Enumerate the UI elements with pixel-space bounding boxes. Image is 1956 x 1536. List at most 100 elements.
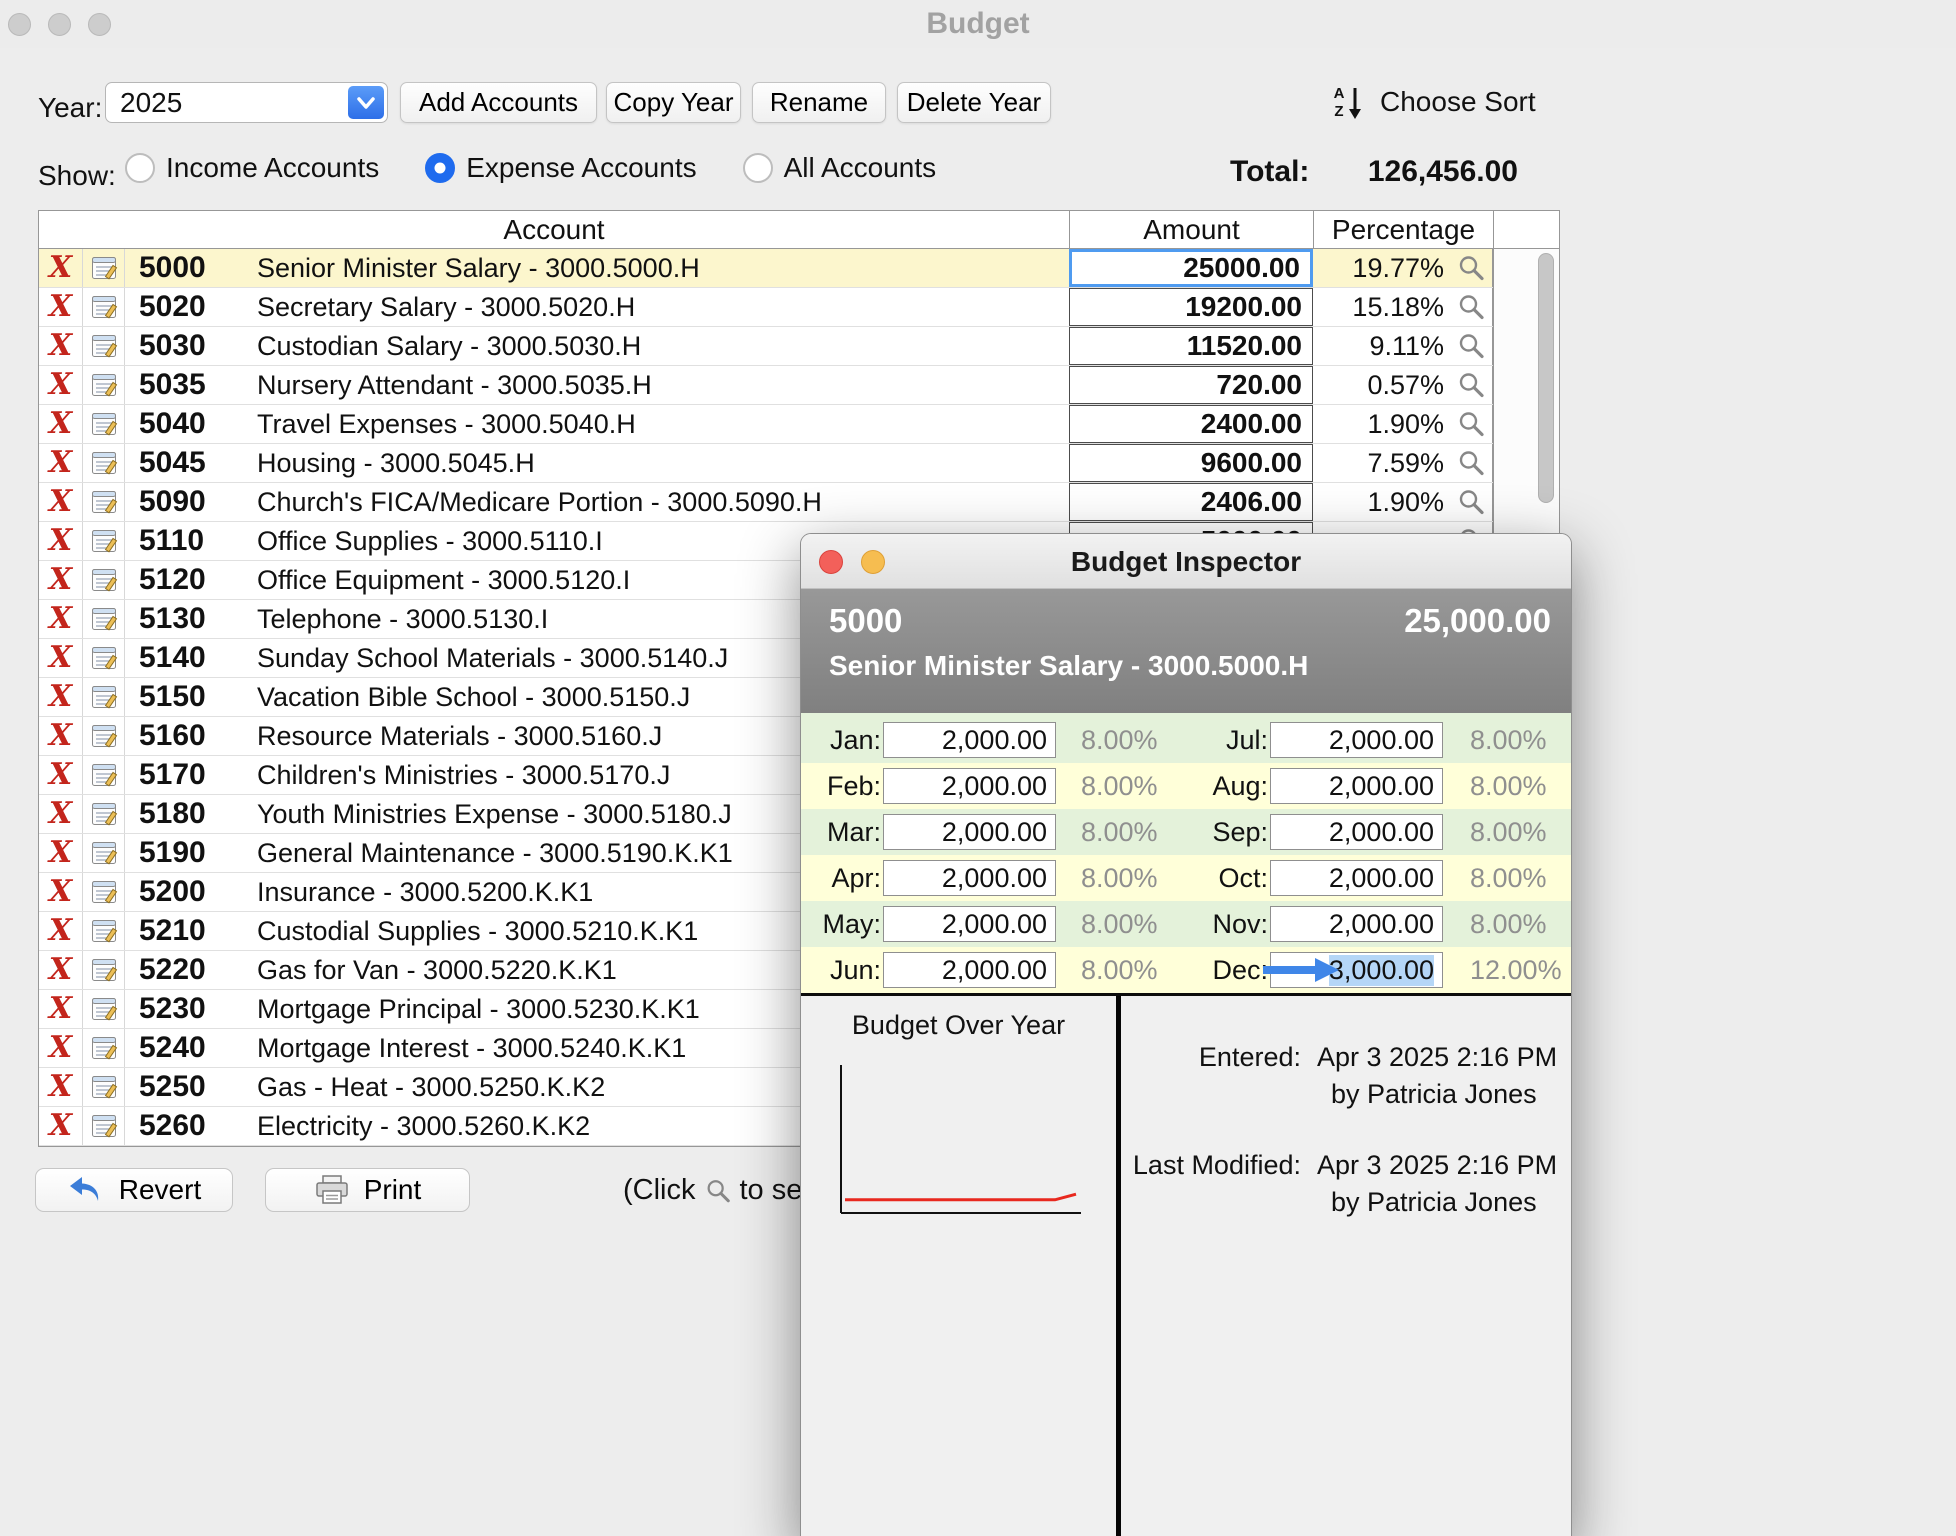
delete-account-button[interactable]: X: [39, 756, 83, 794]
edit-account-button[interactable]: [83, 366, 125, 404]
month-amount-input[interactable]: 2,000.00: [883, 814, 1056, 850]
month-amount-input[interactable]: 2,000.00: [1270, 768, 1443, 804]
inspector-minimize-button[interactable]: [861, 550, 885, 574]
close-button[interactable]: [8, 13, 31, 36]
edit-account-button[interactable]: [83, 912, 125, 950]
edit-account-button[interactable]: [83, 678, 125, 716]
radio-income-accounts[interactable]: Income Accounts: [125, 152, 379, 184]
account-column-header[interactable]: Account: [39, 211, 1069, 248]
delete-year-button[interactable]: Delete Year: [897, 82, 1051, 123]
edit-account-button[interactable]: [83, 561, 125, 599]
magnifier-icon[interactable]: [1456, 253, 1486, 283]
edit-account-button[interactable]: [83, 288, 125, 326]
account-row[interactable]: X5090Church's FICA/Medicare Portion - 30…: [39, 483, 1559, 522]
delete-account-button[interactable]: X: [39, 678, 83, 716]
delete-account-button[interactable]: X: [39, 561, 83, 599]
zoom-button[interactable]: [88, 13, 111, 36]
edit-account-button[interactable]: [83, 249, 125, 287]
month-amount-input[interactable]: 2,000.00: [1270, 722, 1443, 758]
delete-account-button[interactable]: X: [39, 990, 83, 1028]
month-amount-input[interactable]: 2,000.00: [883, 768, 1056, 804]
magnifier-icon[interactable]: [1456, 292, 1486, 322]
amount-field[interactable]: 9600.00: [1069, 444, 1313, 482]
year-dropdown[interactable]: 2025: [105, 82, 388, 123]
amount-field[interactable]: 25000.00: [1069, 249, 1313, 287]
add-accounts-button[interactable]: Add Accounts: [400, 82, 597, 123]
magnifier-icon[interactable]: [1456, 448, 1486, 478]
delete-account-button[interactable]: X: [39, 327, 83, 365]
delete-account-button[interactable]: X: [39, 795, 83, 833]
print-button[interactable]: Print: [265, 1168, 470, 1212]
month-amount-input[interactable]: 2,000.00: [883, 952, 1056, 988]
radio-expense-accounts[interactable]: Expense Accounts: [425, 152, 696, 184]
rename-button[interactable]: Rename: [752, 82, 886, 123]
delete-account-button[interactable]: X: [39, 444, 83, 482]
amount-field[interactable]: 2406.00: [1069, 483, 1313, 521]
percentage-column-header[interactable]: Percentage: [1313, 211, 1493, 248]
edit-account-button[interactable]: [83, 756, 125, 794]
account-row[interactable]: X5035Nursery Attendant - 3000.5035.H720.…: [39, 366, 1559, 405]
minimize-button[interactable]: [48, 13, 71, 36]
delete-account-button[interactable]: X: [39, 1107, 83, 1145]
edit-account-button[interactable]: [83, 951, 125, 989]
edit-account-button[interactable]: [83, 522, 125, 560]
delete-account-button[interactable]: X: [39, 717, 83, 755]
delete-account-button[interactable]: X: [39, 600, 83, 638]
edit-account-button[interactable]: [83, 834, 125, 872]
magnifier-icon[interactable]: [1456, 487, 1486, 517]
delete-account-button[interactable]: X: [39, 483, 83, 521]
delete-account-button[interactable]: X: [39, 1068, 83, 1106]
edit-account-button[interactable]: [83, 1107, 125, 1145]
account-row[interactable]: X5045Housing - 3000.5045.H9600.007.59%: [39, 444, 1559, 483]
radio-all-accounts[interactable]: All Accounts: [743, 152, 937, 184]
delete-account-button[interactable]: X: [39, 522, 83, 560]
edit-account-button[interactable]: [83, 600, 125, 638]
edit-account-button[interactable]: [83, 1068, 125, 1106]
scrollbar-thumb[interactable]: [1538, 253, 1554, 503]
amount-column-header[interactable]: Amount: [1069, 211, 1313, 248]
delete-account-button[interactable]: X: [39, 405, 83, 443]
delete-account-button[interactable]: X: [39, 639, 83, 677]
month-amount-input[interactable]: 2,000.00: [883, 860, 1056, 896]
edit-account-button[interactable]: [83, 990, 125, 1028]
choose-sort-button[interactable]: A Z Choose Sort: [1330, 82, 1536, 122]
magnifier-icon[interactable]: [1456, 331, 1486, 361]
month-amount-input[interactable]: 2,000.00: [1270, 860, 1443, 896]
delete-account-button[interactable]: X: [39, 834, 83, 872]
edit-account-button[interactable]: [83, 639, 125, 677]
copy-year-button[interactable]: Copy Year: [606, 82, 741, 123]
amount-field[interactable]: 19200.00: [1069, 288, 1313, 326]
edit-account-button[interactable]: [83, 795, 125, 833]
delete-account-button[interactable]: X: [39, 873, 83, 911]
account-row[interactable]: X5030Custodian Salary - 3000.5030.H11520…: [39, 327, 1559, 366]
revert-button[interactable]: Revert: [35, 1168, 233, 1212]
month-amount-input[interactable]: 2,000.00: [1270, 906, 1443, 942]
magnifier-icon[interactable]: [1456, 370, 1486, 400]
delete-account-button[interactable]: X: [39, 912, 83, 950]
month-amount-input[interactable]: 2,000.00: [883, 722, 1056, 758]
delete-account-button[interactable]: X: [39, 366, 83, 404]
account-row[interactable]: X5040Travel Expenses - 3000.5040.H2400.0…: [39, 405, 1559, 444]
edit-account-button[interactable]: [83, 1029, 125, 1067]
magnifier-icon[interactable]: [1456, 409, 1486, 439]
edit-account-button[interactable]: [83, 873, 125, 911]
delete-account-button[interactable]: X: [39, 249, 83, 287]
amount-field[interactable]: 2400.00: [1069, 405, 1313, 443]
month-label: Sep:: [1196, 817, 1268, 848]
month-amount-input[interactable]: 2,000.00: [883, 906, 1056, 942]
edit-account-button[interactable]: [83, 483, 125, 521]
edit-account-button[interactable]: [83, 717, 125, 755]
delete-account-button[interactable]: X: [39, 951, 83, 989]
inspector-close-button[interactable]: [819, 550, 843, 574]
delete-account-button[interactable]: X: [39, 288, 83, 326]
edit-account-button[interactable]: [83, 327, 125, 365]
account-row[interactable]: X5000Senior Minister Salary - 3000.5000.…: [39, 249, 1559, 288]
delete-account-button[interactable]: X: [39, 1029, 83, 1067]
month-amount-input[interactable]: 2,000.00: [1270, 814, 1443, 850]
amount-field[interactable]: 720.00: [1069, 366, 1313, 404]
account-row[interactable]: X5020Secretary Salary - 3000.5020.H19200…: [39, 288, 1559, 327]
edit-account-button[interactable]: [83, 405, 125, 443]
amount-value: 2406.00: [1069, 483, 1313, 521]
edit-account-button[interactable]: [83, 444, 125, 482]
amount-field[interactable]: 11520.00: [1069, 327, 1313, 365]
